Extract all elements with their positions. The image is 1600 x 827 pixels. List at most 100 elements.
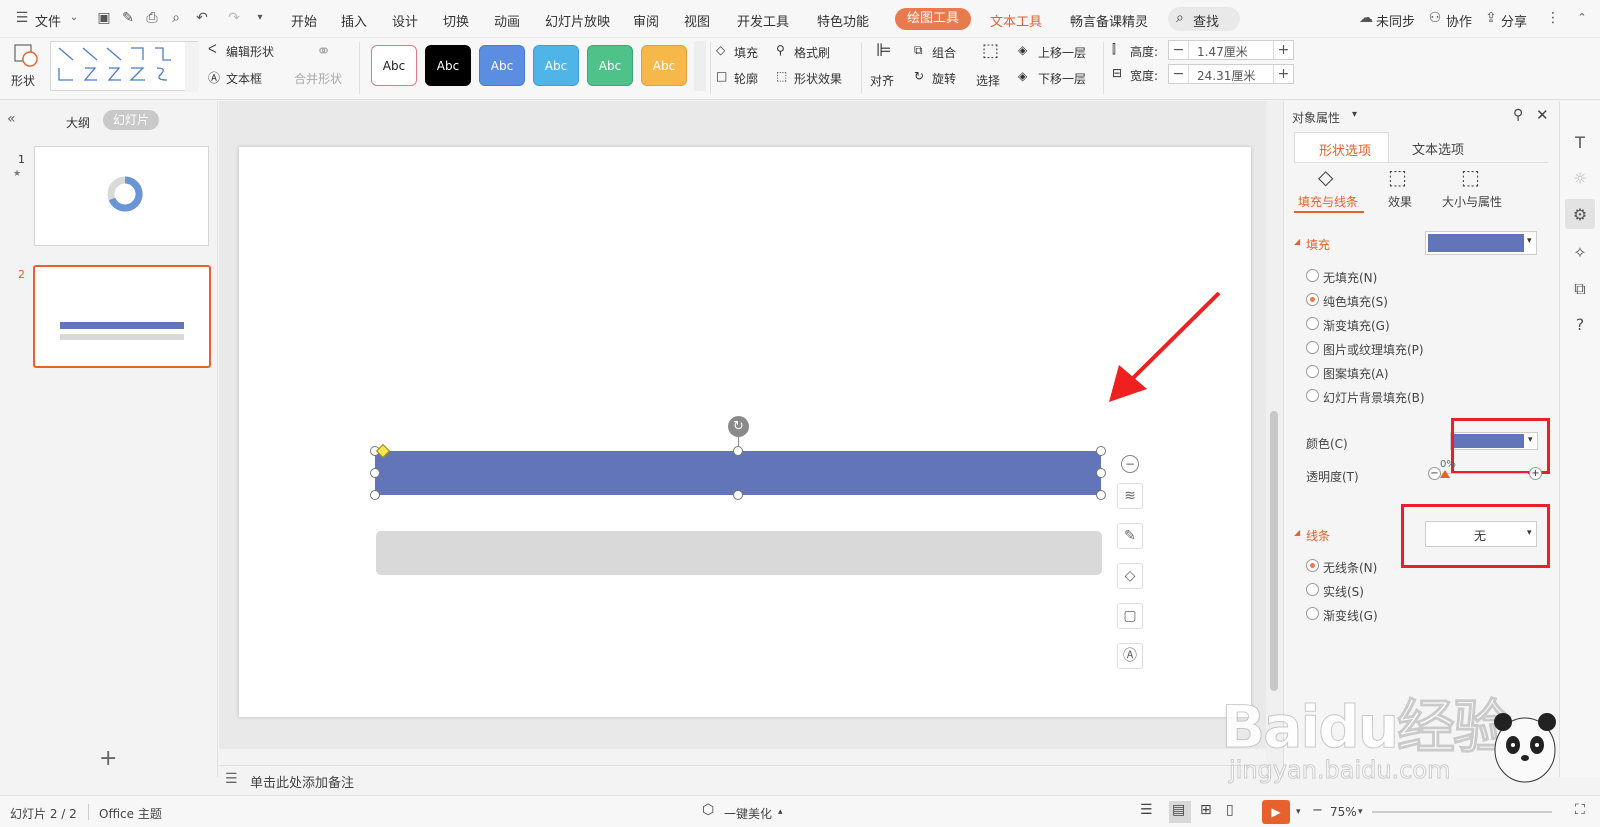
sorter-view-icon[interactable]: ⊞ xyxy=(1200,802,1212,818)
shape-style-5[interactable]: Abc xyxy=(587,45,633,86)
play-button[interactable]: ▶ xyxy=(1262,800,1290,824)
text-icon[interactable]: T xyxy=(1570,133,1590,153)
rotate-button[interactable]: 旋转 xyxy=(932,70,956,87)
share-button[interactable]: 分享 xyxy=(1501,11,1527,30)
effect-icon[interactable]: ⬚ xyxy=(1388,165,1407,189)
file-menu[interactable]: 文件 xyxy=(35,11,61,30)
section-collapse-icon[interactable]: ◢ xyxy=(1294,237,1300,246)
hamburger-icon[interactable]: ☰ xyxy=(14,10,30,26)
radio-background-fill[interactable] xyxy=(1306,389,1319,402)
tab-shape-options[interactable]: 形状选项 xyxy=(1294,132,1389,162)
fill-button[interactable]: 填充 xyxy=(734,44,758,61)
option-no-fill[interactable]: 无填充(N) xyxy=(1323,269,1377,286)
format-paint-icon[interactable]: ✎ xyxy=(120,10,136,26)
resize-handle[interactable] xyxy=(1096,446,1106,456)
shape-gallery[interactable] xyxy=(50,41,199,92)
tab-developer[interactable]: 开发工具 xyxy=(737,11,789,30)
tab-text-tools[interactable]: 文本工具 xyxy=(990,11,1042,30)
radio-pattern-fill[interactable] xyxy=(1306,365,1319,378)
bring-forward-button[interactable]: 上移一层 xyxy=(1038,44,1086,61)
notes-bar[interactable]: ☰ 单击此处添加备注 xyxy=(219,765,1266,793)
outline-button[interactable]: 轮廓 xyxy=(734,70,758,87)
shape-icon[interactable] xyxy=(12,42,42,68)
panel-title[interactable]: 对象属性 xyxy=(1292,109,1340,126)
option-gradient-line[interactable]: 渐变线(G) xyxy=(1323,607,1378,624)
collapse-ribbon-icon[interactable]: ⌃ xyxy=(1574,10,1590,26)
resize-handle[interactable] xyxy=(370,490,380,500)
size-properties-icon[interactable]: ⬚ xyxy=(1461,165,1480,189)
resize-handle[interactable] xyxy=(733,446,743,456)
close-icon[interactable]: ✕ xyxy=(1536,106,1549,124)
theme-name[interactable]: Office 主题 xyxy=(99,805,162,822)
option-solid-line[interactable]: 实线(S) xyxy=(1323,583,1364,600)
minus-icon[interactable]: − xyxy=(1169,41,1189,59)
notes-toggle-icon[interactable]: ☰ xyxy=(1140,802,1153,818)
more-icon[interactable]: ▾ xyxy=(252,10,268,26)
slider-thumb[interactable] xyxy=(1440,470,1450,478)
redo-icon[interactable]: ↷ xyxy=(226,10,242,26)
radio-no-fill[interactable] xyxy=(1306,269,1319,282)
scrollbar-thumb[interactable] xyxy=(1270,411,1278,691)
minus-icon[interactable]: − xyxy=(1169,65,1189,83)
shape-style-1[interactable]: Abc xyxy=(371,45,417,86)
beautify-button[interactable]: 一键美化 xyxy=(724,805,772,822)
shape-style-3[interactable]: Abc xyxy=(479,45,525,86)
fill-line-icon[interactable]: ◇ xyxy=(1318,165,1333,189)
normal-view-icon[interactable]: ▤ xyxy=(1172,802,1185,818)
collapse-panel-icon[interactable]: « xyxy=(7,111,16,127)
plus-icon[interactable]: + xyxy=(1273,65,1293,83)
textbox-button[interactable]: 文本框 xyxy=(226,70,262,87)
zoom-value[interactable]: 75% xyxy=(1330,805,1357,819)
layers-icon[interactable]: ≋ xyxy=(1117,483,1143,509)
transition-icon[interactable]: ⧉ xyxy=(1570,279,1590,299)
chevron-down-icon[interactable]: ▾ xyxy=(1296,807,1301,817)
fill-color-dropdown[interactable]: ▾ xyxy=(1425,231,1537,255)
resize-handle[interactable] xyxy=(1096,468,1106,478)
slide-thumbnail-2[interactable] xyxy=(33,265,211,368)
style-gallery-scroll[interactable] xyxy=(694,41,706,91)
merge-shape-button[interactable]: 合并形状 xyxy=(294,70,342,87)
bulb-icon[interactable]: ☼ xyxy=(1570,169,1590,189)
align-button[interactable]: 对齐 xyxy=(870,72,894,89)
fit-window-icon[interactable]: ⛶ xyxy=(1575,802,1585,818)
radio-solid-fill[interactable] xyxy=(1306,293,1319,306)
tab-design[interactable]: 设计 xyxy=(392,11,418,30)
tab-slides[interactable]: 幻灯片 xyxy=(103,110,160,130)
resize-handle[interactable] xyxy=(370,468,380,478)
selected-rectangle-shape[interactable] xyxy=(375,451,1101,495)
section-collapse-icon[interactable]: ◢ xyxy=(1294,528,1300,537)
save-icon[interactable]: ▣ xyxy=(96,10,112,26)
tab-view[interactable]: 视图 xyxy=(684,11,710,30)
shape-effect-button[interactable]: 形状效果 xyxy=(794,70,842,87)
add-slide-button[interactable]: + xyxy=(99,746,117,771)
transparency-plus-icon[interactable]: + xyxy=(1529,467,1542,480)
fill-bucket-icon[interactable]: ◇ xyxy=(1117,563,1143,589)
vertical-scrollbar[interactable] xyxy=(1266,101,1283,777)
shape-style-2[interactable]: Abc xyxy=(425,45,471,86)
zoom-out-icon[interactable]: − xyxy=(1312,803,1323,818)
chevron-up-icon[interactable]: ▴ xyxy=(778,807,783,817)
collab-button[interactable]: 协作 xyxy=(1446,11,1472,30)
notes-placeholder[interactable]: 单击此处添加备注 xyxy=(250,772,354,791)
transparency-slider[interactable] xyxy=(1442,473,1528,474)
tab-transition[interactable]: 切换 xyxy=(443,11,469,30)
shape-style-6[interactable]: Abc xyxy=(641,45,687,86)
undo-icon[interactable]: ↶ xyxy=(194,10,210,26)
resize-handle[interactable] xyxy=(1096,490,1106,500)
slide-thumbnail-1[interactable] xyxy=(34,146,209,246)
radio-solid-line[interactable] xyxy=(1306,583,1319,596)
chevron-down-icon[interactable]: ▾ xyxy=(1352,109,1357,120)
radio-gradient-fill[interactable] xyxy=(1306,317,1319,330)
tab-review[interactable]: 审阅 xyxy=(633,11,659,30)
chevron-down-icon[interactable]: ⌄ xyxy=(66,10,82,26)
option-no-line[interactable]: 无线条(N) xyxy=(1323,559,1377,576)
plus-icon[interactable]: + xyxy=(1273,41,1293,59)
unsynced-button[interactable]: 未同步 xyxy=(1376,11,1415,30)
option-solid-fill[interactable]: 纯色填充(S) xyxy=(1323,293,1388,310)
pin-icon[interactable]: ⚲ xyxy=(1513,107,1523,123)
text-wrap-icon[interactable]: Ⓐ xyxy=(1117,643,1143,669)
outline-frame-icon[interactable]: ▢ xyxy=(1117,603,1143,629)
zoom-slider[interactable] xyxy=(1372,811,1552,813)
reading-view-icon[interactable]: ▯ xyxy=(1226,802,1234,818)
more-vertical-icon[interactable]: ⋮ xyxy=(1545,10,1561,26)
